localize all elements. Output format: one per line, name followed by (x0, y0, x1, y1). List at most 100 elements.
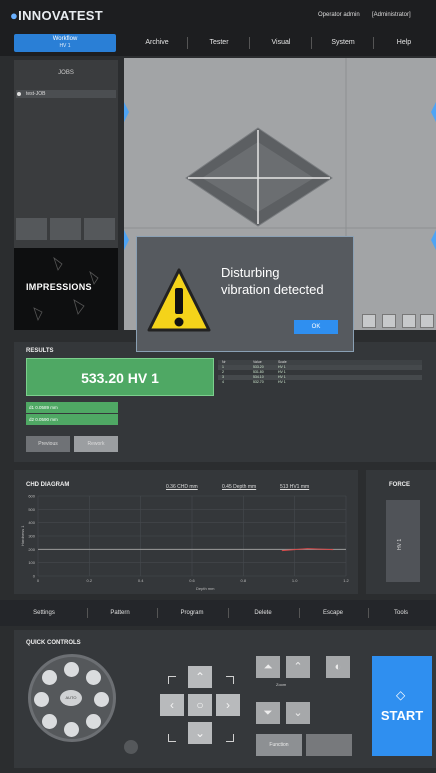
x-axis-label: Depth mm (196, 586, 215, 591)
workflow-label: Workflow (52, 36, 78, 42)
y-tick-label: 100 (28, 560, 35, 565)
jobs-button-3[interactable] (84, 218, 115, 240)
nav-divider (373, 37, 374, 49)
start-button[interactable] (372, 656, 432, 756)
diagonal-1: d1 0.0589 mm (26, 402, 118, 413)
y-tick-label: 500 (28, 507, 35, 512)
warning-icon (147, 268, 211, 332)
workflow-sub: HV 1 (59, 43, 71, 49)
tab-tester[interactable]: Tester (190, 34, 248, 52)
zoom-up-button[interactable]: ⌃ (286, 656, 310, 678)
tab-archive[interactable]: Archive (128, 34, 186, 52)
force-selector[interactable] (386, 500, 420, 582)
y-tick-label: 200 (28, 547, 35, 552)
image-tool-button[interactable] (362, 314, 376, 328)
nav-divider (187, 37, 188, 49)
x-tick-label: 0.8 (241, 578, 247, 583)
start-label: START (380, 708, 424, 723)
chd-title: CHD DIAGRAM (26, 482, 70, 488)
escape-button[interactable]: Escape (300, 606, 366, 620)
y-axis-label: Hardness 1 (20, 525, 25, 546)
force-title: FORCE (389, 482, 410, 488)
arrow-right-icon: › (226, 698, 230, 712)
extra-button[interactable] (306, 734, 352, 756)
chart-grid (37, 495, 347, 577)
turret-position[interactable] (42, 670, 57, 685)
double-down-icon: ⏷ (263, 707, 273, 719)
chevron-up-icon: ⌃ (293, 661, 303, 673)
x-tick-label: 0.4 (138, 578, 144, 583)
image-tool-button[interactable] (420, 314, 434, 328)
zoom-down-button[interactable]: ⌄ (286, 702, 310, 724)
tab-help[interactable]: Help (376, 34, 432, 52)
x-ticks: 0 0.2 0.4 0.6 0.8 1.0 1.2 (37, 578, 350, 583)
table-row[interactable]: 4 532.70 HV 1 (218, 380, 422, 385)
chd-chart[interactable]: 6005004003002001000 0 0.2 0.4 0.6 0.8 1.0 1.2 … (20, 490, 354, 592)
pattern-button[interactable]: Pattern (88, 606, 152, 620)
toolbar-divider (368, 608, 369, 618)
hardness-result: 533.20 HV 1 (26, 358, 214, 396)
warning-line-1: Disturbing (221, 265, 280, 280)
chevron-down-icon: ⌄ (293, 707, 303, 719)
app-logo-text: INNOVATEST (18, 8, 104, 23)
image-tool-button[interactable] (402, 314, 416, 328)
rework-button[interactable]: Rework (74, 436, 118, 452)
job-radio[interactable] (17, 92, 21, 96)
y-tick-label: 600 (28, 494, 35, 499)
job-item-label: test-JOB (26, 91, 46, 97)
arrow-down-icon: ⌄ (194, 726, 206, 740)
light-icon: ◐ (334, 661, 342, 673)
jobs-button-1[interactable] (16, 218, 47, 240)
job-item[interactable]: test-JOB (16, 90, 116, 98)
jobs-button-2[interactable] (50, 218, 81, 240)
warning-line-2: vibration detected (221, 282, 324, 297)
corner-marker (168, 734, 176, 742)
delete-button[interactable]: Delete (229, 606, 297, 620)
workflow-button[interactable]: Workflow HV 1 (14, 34, 116, 52)
table-cell: 4 (222, 380, 224, 384)
turret-center[interactable]: AUTO (60, 690, 82, 706)
x-tick-label: 0.6 (189, 578, 195, 583)
corner-marker (168, 676, 176, 684)
x-tick-label: 1.0 (292, 578, 298, 583)
turret-position[interactable] (86, 670, 101, 685)
turret-position[interactable] (64, 662, 79, 677)
function-button[interactable]: Function (256, 734, 302, 756)
impressions-label: IMPRESSIONS (26, 282, 92, 292)
zoom-fast-down-button[interactable]: ⏷ (256, 702, 280, 724)
tab-system[interactable]: System (314, 34, 372, 52)
dial-knob[interactable] (124, 740, 138, 754)
tab-visual[interactable]: Visual (252, 34, 310, 52)
turret-position[interactable] (64, 722, 79, 737)
turret-position[interactable] (34, 692, 49, 707)
table-cell: 532.70 (252, 380, 264, 384)
role-label: [Administrator] (372, 12, 411, 18)
zoom-label: Zoom (276, 682, 287, 687)
program-button[interactable]: Program (158, 606, 226, 620)
tools-button[interactable]: Tools (370, 606, 432, 620)
ok-button[interactable]: OK (294, 320, 338, 334)
y-tick-label: 300 (28, 534, 35, 539)
move-up-button[interactable]: ⌃ (188, 666, 212, 688)
start-icon: ◇ (396, 688, 406, 702)
center-button[interactable]: ○ (188, 694, 212, 716)
zoom-fast-up-button[interactable]: ⏶ (256, 656, 280, 678)
nav-divider (249, 37, 250, 49)
jobs-header: JOBS (58, 70, 74, 76)
double-up-icon: ⏶ (263, 661, 273, 673)
previous-button[interactable]: Previous (26, 436, 70, 452)
warning-message: Disturbing vibration detected (221, 264, 324, 298)
image-tool-button[interactable] (382, 314, 396, 328)
light-button[interactable]: ◐ (326, 656, 350, 678)
turret-position[interactable] (42, 714, 57, 729)
nav-divider (311, 37, 312, 49)
move-right-button[interactable]: › (216, 694, 240, 716)
quick-controls-title: QUICK CONTROLS (26, 640, 81, 646)
settings-button[interactable]: Settings (16, 606, 72, 620)
arrow-left-icon: ‹ (170, 698, 174, 712)
y-ticks: 600 500 400 300 200 100 0 (28, 494, 35, 579)
turret-position[interactable] (94, 692, 109, 707)
turret-position[interactable] (86, 714, 101, 729)
move-down-button[interactable]: ⌄ (188, 722, 212, 744)
move-left-button[interactable]: ‹ (160, 694, 184, 716)
